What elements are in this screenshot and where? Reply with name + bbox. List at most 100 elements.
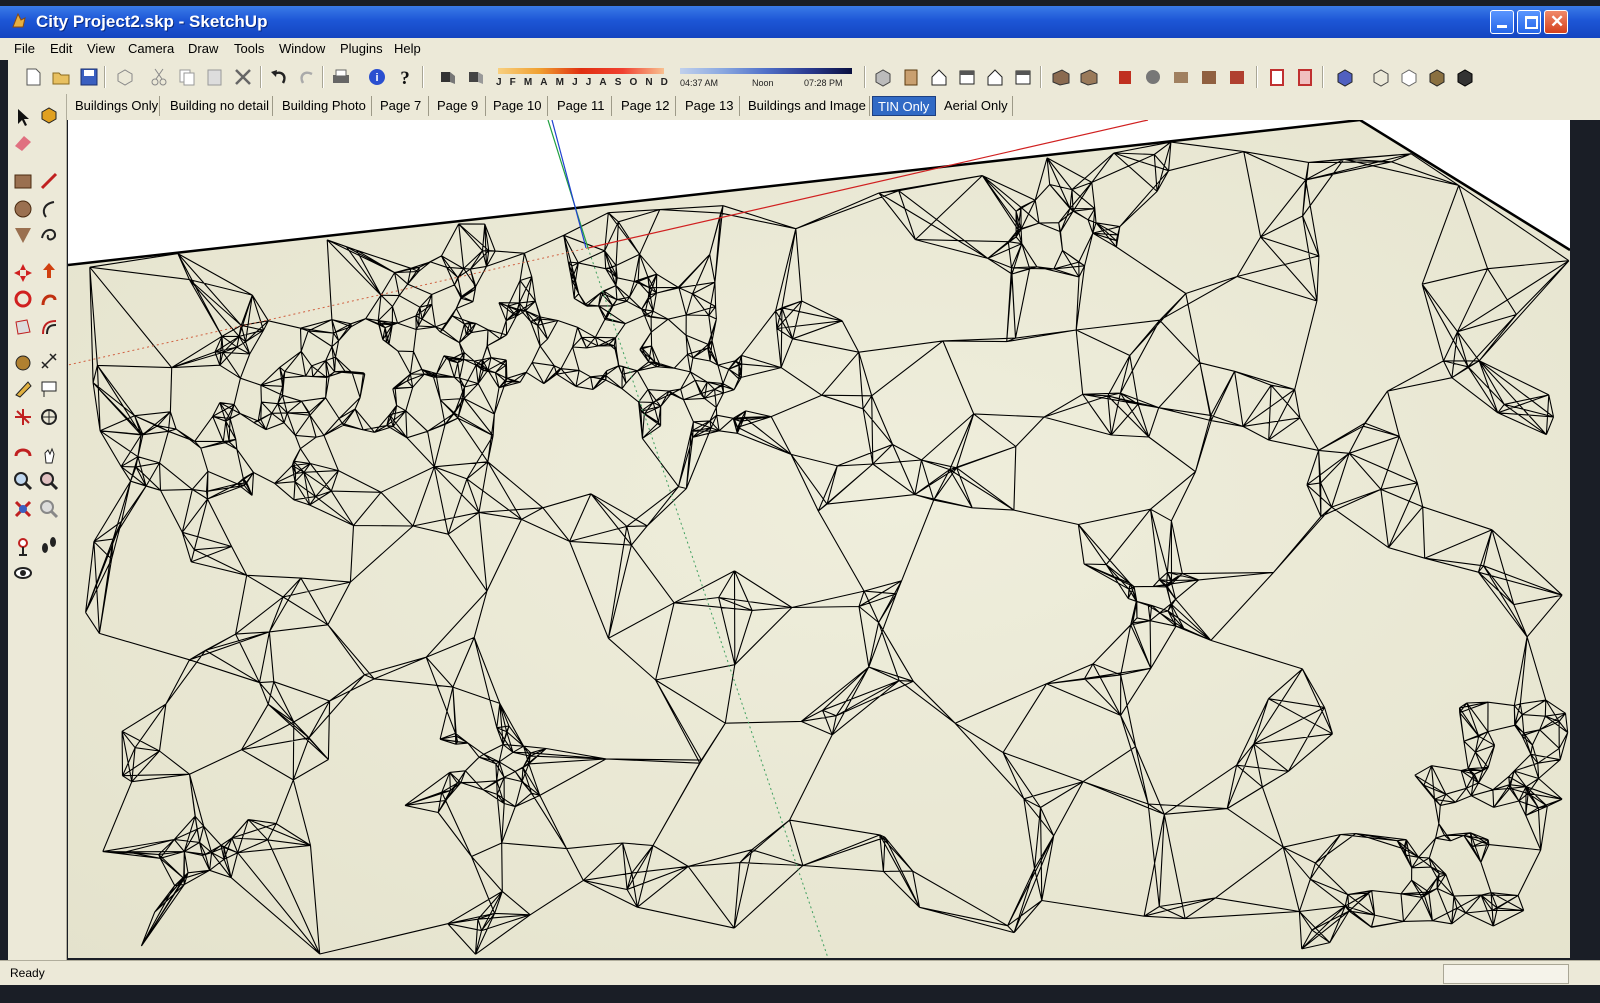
scale-icon[interactable]: [12, 316, 34, 338]
month-mar: M: [523, 77, 533, 88]
protractor-icon[interactable]: [12, 378, 34, 400]
menu-draw[interactable]: Draw: [188, 41, 218, 56]
left-view-icon[interactable]: [1012, 66, 1034, 88]
guides-icon[interactable]: [1398, 66, 1420, 88]
make-component-icon[interactable]: [38, 104, 60, 126]
shadows-icon[interactable]: [436, 66, 458, 88]
pan-icon[interactable]: [38, 444, 60, 466]
push-pull-icon[interactable]: [38, 260, 60, 282]
scene-tab-page-10[interactable]: Page 10: [488, 96, 548, 116]
tin-terrain-mesh[interactable]: [68, 120, 1570, 958]
text-icon[interactable]: [38, 378, 60, 400]
fog-icon[interactable]: [464, 66, 486, 88]
look-around-icon[interactable]: [12, 562, 34, 584]
time-start: 04:37 AM: [680, 78, 719, 88]
eraser-icon[interactable]: [12, 132, 34, 154]
back-edges-icon[interactable]: [1078, 66, 1100, 88]
scene-tab-page-9[interactable]: Page 9: [432, 96, 486, 116]
dimension-icon[interactable]: [38, 350, 60, 372]
line-icon[interactable]: [38, 170, 60, 192]
cut-icon[interactable]: [148, 66, 170, 88]
tape-measure-icon[interactable]: [12, 352, 34, 374]
minimize-button[interactable]: [1490, 10, 1514, 34]
close-button[interactable]: ✕: [1544, 10, 1568, 34]
previous-view-icon[interactable]: [38, 498, 60, 520]
shaded-icon[interactable]: [1170, 66, 1192, 88]
scene-tab-page-7[interactable]: Page 7: [375, 96, 429, 116]
scene-tab-page-12[interactable]: Page 12: [616, 96, 676, 116]
axes-icon[interactable]: [12, 406, 34, 428]
arc-icon[interactable]: [38, 198, 60, 220]
scene-tab-building-no-detail[interactable]: Building no detail: [165, 96, 273, 116]
circle-icon[interactable]: [12, 198, 34, 220]
measurements-box[interactable]: [1443, 964, 1569, 984]
scene-tab-buildings-only[interactable]: Buildings Only: [70, 96, 160, 116]
title-bar[interactable]: City Project2.skp - SketchUp ✕: [0, 6, 1600, 38]
save-icon[interactable]: [78, 66, 100, 88]
new-icon[interactable]: [22, 66, 44, 88]
scene-tab-building-photo[interactable]: Building Photo: [277, 96, 372, 116]
shadow-time-slider[interactable]: 04:37 AM Noon 07:28 PM: [680, 66, 852, 90]
right-view-icon[interactable]: [956, 66, 978, 88]
status-text: Ready: [10, 966, 45, 980]
scene-tab-aerial-only[interactable]: Aerial Only: [939, 96, 1013, 116]
print-icon[interactable]: [330, 66, 352, 88]
paste-icon[interactable]: [204, 66, 226, 88]
3d-text-icon[interactable]: [38, 406, 60, 428]
rotate-icon[interactable]: [12, 288, 34, 310]
zoom-extents-icon[interactable]: [12, 498, 34, 520]
position-camera-icon[interactable]: [12, 536, 34, 558]
zoom-window-icon[interactable]: [38, 470, 60, 492]
open-icon[interactable]: [50, 66, 72, 88]
svg-text:?: ?: [400, 68, 410, 88]
xray-icon[interactable]: [1050, 66, 1072, 88]
menu-file[interactable]: File: [14, 41, 35, 56]
front-view-icon[interactable]: [928, 66, 950, 88]
walk-icon[interactable]: [38, 534, 60, 556]
section-plane-icon[interactable]: [1266, 66, 1288, 88]
scene-tab-page-11[interactable]: Page 11: [552, 96, 612, 116]
scene-tab-page-13[interactable]: Page 13: [680, 96, 740, 116]
undo-icon[interactable]: [268, 66, 290, 88]
components-icon[interactable]: [1334, 66, 1356, 88]
model-info-icon[interactable]: i: [366, 66, 388, 88]
month-may: M: [555, 77, 564, 88]
wireframe-icon[interactable]: [1114, 66, 1136, 88]
profiles-icon[interactable]: [1426, 66, 1448, 88]
display-sections-icon[interactable]: [1454, 66, 1476, 88]
move-icon[interactable]: [12, 262, 34, 284]
menu-plugins[interactable]: Plugins: [340, 41, 383, 56]
orbit-icon[interactable]: [12, 444, 34, 466]
erase-icon[interactable]: [232, 66, 254, 88]
hidden-line-icon[interactable]: [1142, 66, 1164, 88]
select-icon[interactable]: [12, 106, 34, 128]
offset-icon[interactable]: [38, 316, 60, 338]
make-component-icon[interactable]: [114, 66, 136, 88]
restore-button[interactable]: [1517, 10, 1541, 34]
back-view-icon[interactable]: [984, 66, 1006, 88]
follow-me-icon[interactable]: [38, 288, 60, 310]
shadow-date-slider[interactable]: J F M A M J J A S O N D: [496, 66, 668, 90]
menu-view[interactable]: View: [87, 41, 115, 56]
freehand-icon[interactable]: [38, 224, 60, 246]
rectangle-icon[interactable]: [12, 170, 34, 192]
section-display-icon[interactable]: [1294, 66, 1316, 88]
textured-icon[interactable]: [1198, 66, 1220, 88]
monochrome-icon[interactable]: [1226, 66, 1248, 88]
top-view-icon[interactable]: [900, 66, 922, 88]
zoom-icon[interactable]: [12, 470, 34, 492]
menu-edit[interactable]: Edit: [50, 41, 72, 56]
copy-icon[interactable]: [176, 66, 198, 88]
polygon-icon[interactable]: [12, 224, 34, 246]
scene-tab-tin-only[interactable]: TIN Only: [872, 96, 936, 116]
modeling-viewport[interactable]: [68, 120, 1570, 958]
menu-help[interactable]: Help: [394, 41, 421, 56]
axes-icon[interactable]: [1370, 66, 1392, 88]
redo-icon[interactable]: [296, 66, 318, 88]
help-icon[interactable]: ?: [394, 66, 416, 88]
scene-tab-buildings-and-image[interactable]: Buildings and Image: [743, 96, 870, 116]
iso-view-icon[interactable]: [872, 66, 894, 88]
menu-window[interactable]: Window: [279, 41, 325, 56]
menu-camera[interactable]: Camera: [128, 41, 174, 56]
menu-tools[interactable]: Tools: [234, 41, 264, 56]
